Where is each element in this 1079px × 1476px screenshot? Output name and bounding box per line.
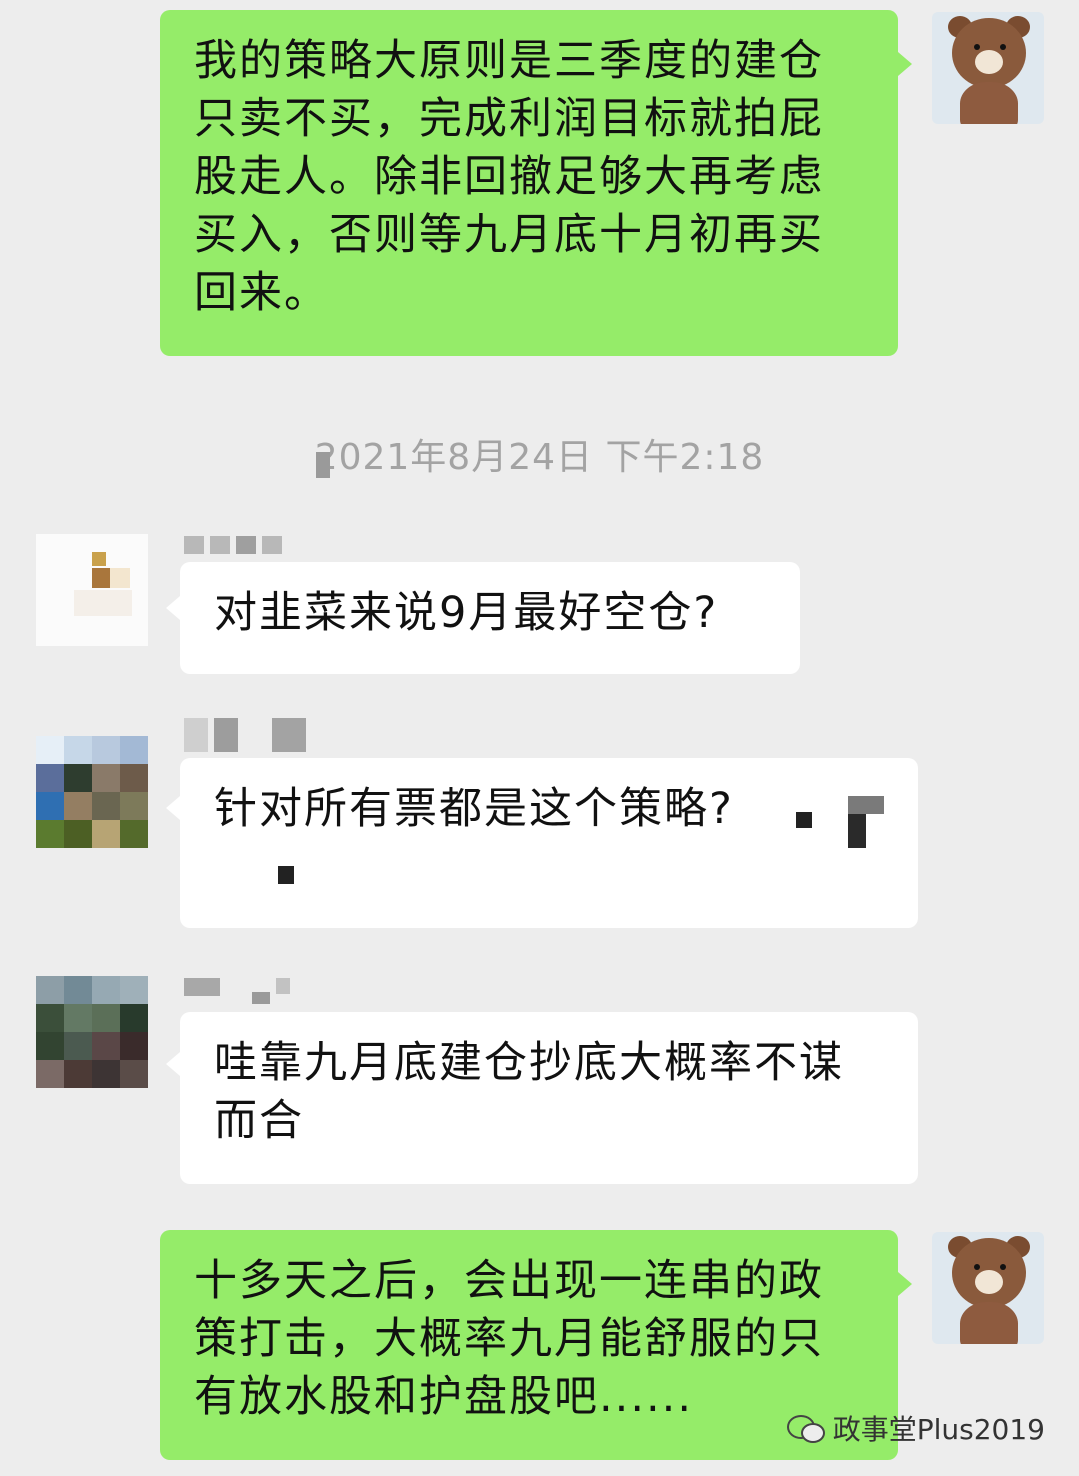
bubble-tail (898, 52, 912, 76)
mosaic-block (316, 452, 330, 478)
message-bubble-other[interactable]: 对韭菜来说9月最好空仓? (180, 562, 800, 674)
bear-eye-icon (1000, 44, 1006, 50)
bear-eye-icon (1000, 1264, 1006, 1270)
other-avatar[interactable] (36, 976, 148, 1088)
sender-name-masked (184, 718, 306, 752)
bear-eye-icon (974, 1264, 980, 1270)
self-avatar[interactable] (932, 1232, 1044, 1344)
bear-eye-icon (974, 44, 980, 50)
mosaic-block (848, 814, 866, 848)
bear-body-icon (960, 82, 1018, 124)
message-bubble-other[interactable]: 针对所有票都是这个策略? (180, 758, 918, 928)
mosaic-block (796, 812, 812, 828)
other-avatar[interactable] (36, 534, 148, 646)
sender-name-masked (184, 978, 290, 1004)
bubble-tail (166, 1052, 180, 1076)
bubble-tail (166, 796, 180, 820)
bear-body-icon (960, 1302, 1018, 1344)
message-timestamp: 2021年8月24日 下午2:18 (314, 437, 765, 478)
other-avatar[interactable] (36, 736, 148, 848)
sender-name-masked (184, 536, 282, 554)
self-avatar[interactable] (932, 12, 1044, 124)
mosaic-block (278, 866, 294, 884)
chat-window: 我的策略大原则是三季度的建仓只卖不买，完成利润目标就拍屁股走人。除非回撤足够大再… (0, 0, 1079, 1476)
mosaic-block (848, 796, 884, 814)
message-bubble-other[interactable]: 哇靠九月底建仓抄底大概率不谋而合 (180, 1012, 918, 1184)
wechat-icon (786, 1413, 825, 1443)
bear-muzzle-icon (975, 50, 1003, 74)
bear-muzzle-icon (975, 1270, 1003, 1294)
bubble-tail (166, 596, 180, 620)
watermark-text: 政事堂Plus2019 (832, 1413, 1045, 1446)
message-bubble-self[interactable]: 我的策略大原则是三季度的建仓只卖不买，完成利润目标就拍屁股走人。除非回撤足够大再… (160, 10, 898, 356)
watermark: 政事堂Plus2019 (786, 1408, 1045, 1448)
bubble-tail (898, 1272, 912, 1296)
